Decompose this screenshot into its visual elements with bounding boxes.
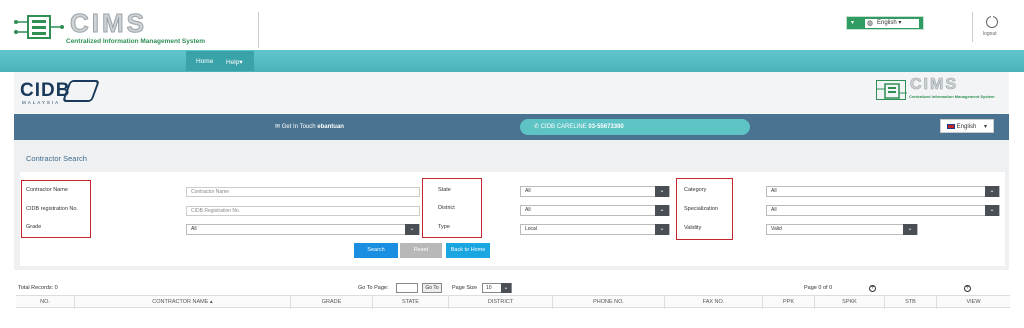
language-label: English [956,124,977,130]
header-divider [972,12,973,42]
get-in-touch-user: ebantuan [317,124,344,130]
cims-small-logo-subtitle: Centralized Information Management Syste… [909,94,995,99]
chevron-down-icon: ⌄ [655,205,669,216]
get-in-touch[interactable]: ✉ Get In Touch ebantuan [275,123,344,130]
cims-logo-subtitle: Centralized Information Management Syste… [66,38,206,45]
phone-icon: ✆ [534,124,541,130]
district-select[interactable]: All ⌄ [520,205,670,216]
nav-help-label: Help [226,59,240,66]
category-value: All [771,188,777,194]
careline-pill: ✆ CIDB CARELINE 03-55673300 [520,119,750,135]
globe-icon: ◍ [867,20,874,27]
banner [14,72,1009,114]
column-header-ppk: PPK [762,296,814,309]
get-in-touch-label: Get In Touch [281,124,316,130]
main-nav [0,50,1024,72]
column-header-no: NO. [40,299,50,305]
state-select[interactable]: All ⌄ [520,186,670,197]
nav-item-home[interactable]: Home [196,58,213,65]
page-info: Page 0 of 0 [804,285,833,291]
chevron-down-icon: ⌄ [501,283,511,293]
chevron-down-icon: ⌄ [903,224,917,235]
type-label: Type [438,224,450,230]
results-table-header: NO. CONTRACTOR NAME ▴ GRADE STATE DISTRI… [16,295,1010,309]
caret-down-icon: ▾ [983,124,987,130]
power-icon[interactable] [986,14,998,28]
state-value: All [525,188,531,194]
validity-label: Validity [684,225,702,231]
nav-item-help[interactable]: Help▾ [226,58,243,66]
page-size-select[interactable]: 10 ⌄ [482,283,512,293]
validity-value: Valid [771,226,782,232]
reset-button[interactable]: Reset [400,243,442,258]
go-to-button[interactable]: Go To [422,283,442,293]
page-size-label: Page Size [452,285,478,291]
grade-value: All [191,226,197,232]
envelope-icon: ✉ [275,124,282,130]
contractor-name-header-label: CONTRACTOR NAME [152,299,209,305]
column-header-state: STATE [372,296,448,309]
district-value: All [525,207,531,213]
column-header-contractor-name[interactable]: CONTRACTOR NAME ▴ [74,296,290,309]
cidb-reg-label: CIDB registration No. [26,206,78,212]
contractor-name-label: Contractor Name [26,187,68,193]
careline-number: 03-55673300 [588,124,624,130]
chevron-down-icon: ⌄ [985,186,999,197]
category-label: Category [684,187,707,193]
chevron-down-icon: ⌄ [405,224,419,235]
column-header-grade: GRADE [290,296,372,309]
language-dropdown[interactable]: ▾ ◍ English ▾ [846,16,924,30]
logout-link[interactable]: logout [983,31,997,37]
cidb-reg-input[interactable]: CIDB Registration No. [186,206,420,216]
chevron-down-icon: ⌄ [655,186,669,197]
uk-flag-icon [947,123,955,129]
language-selector[interactable]: ◍ English ▾ [865,19,919,28]
type-value: Local [525,226,537,232]
grade-select[interactable]: All ⌄ [186,224,420,235]
search-button[interactable]: Search [354,243,398,258]
page-size-value: 10 [486,285,492,291]
column-header-district: DISTRICT [448,296,552,309]
grade-label: Grade [26,224,42,230]
caret-down-icon: ▾ [896,20,902,26]
chevron-down-icon: ⌄ [985,205,999,216]
careline-label: CIDB CARELINE [540,124,587,130]
go-to-page-input[interactable] [396,283,418,293]
contact-bar [14,114,1009,140]
validity-select[interactable]: Valid ⌄ [766,224,918,235]
cims-logo-icon [14,10,64,44]
total-records: Total Records: 0 [18,285,58,291]
header-divider [258,12,259,48]
caret-down-icon: ▾ [239,59,243,66]
state-label: State [438,187,451,193]
cims-logo-text: CIMS [70,8,147,39]
category-select[interactable]: All ⌄ [766,186,1000,197]
type-select[interactable]: Local ⌄ [520,224,670,235]
caret-down-icon: ▾ [851,20,855,26]
specialization-label: Specialization [684,206,718,212]
cidb-logo-subtext: MALAYSIA [22,100,61,105]
column-header-fax: FAX NO. [664,296,762,309]
column-header-phone: PHONE NO. [552,296,664,309]
specialization-select[interactable]: All ⌄ [766,205,1000,216]
cims-small-logo-icon [876,80,907,100]
column-header-view: VIEW [936,296,1010,309]
language-label: English [877,20,897,26]
back-home-button[interactable]: Back to Home [446,243,490,258]
contractor-name-input[interactable]: Contractor Name [186,187,420,197]
column-header-spkk: SPKK [814,296,884,309]
cims-small-logo-text: CIMS [910,76,958,94]
district-label: District [438,205,455,211]
expand-plus-icon[interactable]: + [869,285,876,292]
go-to-page-label: Go To Page: [358,285,389,291]
language-dropdown-secondary[interactable]: English ▾ [940,119,994,133]
sort-caret-icon: ▴ [208,299,213,305]
specialization-value: All [771,207,777,213]
chevron-down-icon: ⌄ [655,224,669,235]
expand-plus-icon[interactable]: + [964,285,971,292]
column-header-stb: STB [884,296,936,309]
panel-title: Contractor Search [26,154,87,163]
